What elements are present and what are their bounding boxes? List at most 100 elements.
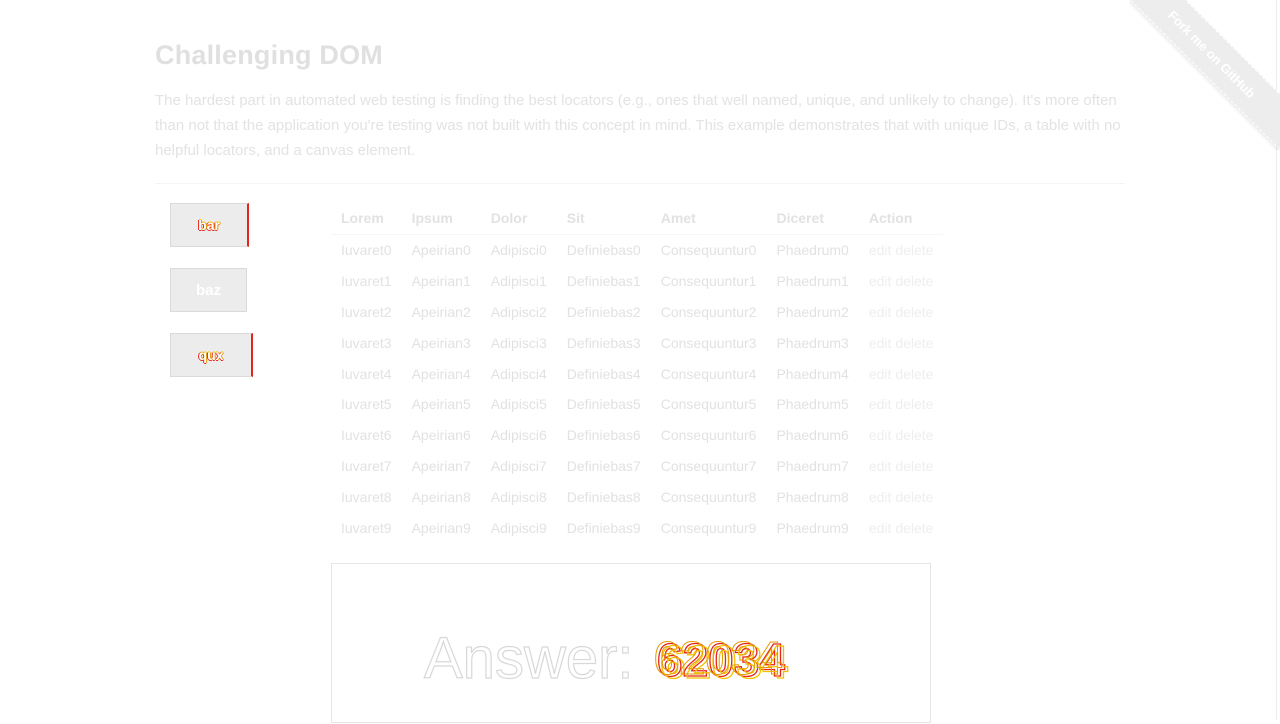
edit-link[interactable]: edit	[869, 273, 892, 289]
fork-ribbon-label[interactable]: Fork me on GitHub	[1130, 0, 1280, 150]
intro-text: The hardest part in automated web testin…	[155, 92, 1121, 159]
table-cell-action: edit delete	[859, 512, 944, 543]
table-cell: Consequuntur5	[660, 396, 757, 413]
edit-link[interactable]: edit	[869, 304, 892, 320]
edit-link[interactable]: edit	[869, 396, 892, 412]
table-cell: Iuvaret4	[341, 365, 392, 382]
table-cell: Iuvaret3	[341, 334, 392, 351]
table-row: Iuvaret7 Apeirian7 Adipisci7 Definiebas7 Con…	[331, 451, 943, 482]
table-cell: Adipisci5	[490, 396, 547, 413]
table-cell: Apeirian2	[411, 303, 471, 320]
edit-link[interactable]: edit	[869, 366, 892, 382]
table-cell: Iuvaret6	[341, 427, 392, 444]
table-row: Iuvaret9 Apeirian9 Adipisci9 Definiebas9 Con…	[331, 512, 943, 543]
column-header-amet: Amet	[650, 201, 767, 235]
table-cell: Apeirian4	[411, 365, 471, 382]
delete-link[interactable]: delete	[895, 458, 933, 474]
column-header-sit: Sit	[556, 201, 651, 235]
table-cell: Consequuntur3	[660, 334, 757, 351]
fork-ribbon[interactable]: Fork me on GitHub	[1130, 0, 1280, 150]
table-cell: Apeirian3	[411, 334, 471, 351]
table-cell: Consequuntur9	[660, 519, 757, 536]
table-cell: Phaedrum4	[776, 365, 849, 382]
data-table: Lorem Ipsum Dolor Sit Amet Diceret Action Iuva…	[331, 201, 944, 543]
table-cell: Phaedrum8	[776, 488, 849, 505]
divider	[155, 183, 1125, 184]
table-cell: Adipisci2	[490, 303, 547, 320]
table-cell: Apeirian6	[411, 427, 471, 444]
edit-link[interactable]: edit	[869, 335, 892, 351]
delete-link[interactable]: delete	[895, 366, 933, 382]
table-cell: Phaedrum1	[776, 273, 849, 290]
table-cell-action: edit delete	[859, 481, 944, 512]
table-cell: Apeirian9	[411, 519, 471, 536]
delete-link[interactable]: delete	[895, 335, 933, 351]
table-cell-action: edit delete	[859, 327, 944, 358]
table-cell: Consequuntur7	[660, 457, 757, 474]
table-cell: Adipisci1	[490, 273, 547, 290]
column-header-action: Action	[858, 201, 944, 235]
table-cell: Consequuntur0	[660, 242, 757, 259]
table-cell: Iuvaret0	[341, 242, 392, 259]
answer-label: Answer:	[424, 626, 634, 691]
edit-link[interactable]: edit	[869, 520, 892, 536]
button-qux[interactable]: qux	[170, 333, 253, 377]
column-header-diceret: Diceret	[766, 201, 859, 235]
table-row: Iuvaret5 Apeirian5 Adipisci5 Definiebas5 Con…	[331, 389, 943, 420]
table-cell-action: edit delete	[859, 420, 944, 451]
table-cell: Phaedrum9	[776, 519, 849, 536]
delete-link[interactable]: delete	[895, 520, 933, 536]
table-cell: Phaedrum5	[776, 396, 849, 413]
edit-link[interactable]: edit	[869, 427, 892, 443]
table-cell-action: edit delete	[859, 358, 944, 389]
table-cell: Adipisci4	[490, 365, 547, 382]
table-cell: Phaedrum3	[776, 334, 849, 351]
table-cell: Definiebas2	[566, 303, 641, 320]
table-cell: Phaedrum6	[776, 427, 849, 444]
table-cell-action: edit delete	[859, 235, 944, 266]
delete-link[interactable]: delete	[895, 396, 933, 412]
table-cell: Definiebas8	[566, 488, 641, 505]
edit-link[interactable]: edit	[869, 458, 892, 474]
table-cell: Iuvaret2	[341, 303, 392, 320]
delete-link[interactable]: delete	[895, 489, 933, 505]
button-bar[interactable]: bar	[170, 203, 249, 247]
edit-link[interactable]: edit	[869, 489, 892, 505]
table-cell: Phaedrum0	[776, 242, 849, 259]
column-header-ipsum: Ipsum	[401, 201, 481, 235]
delete-link[interactable]: delete	[895, 242, 933, 258]
delete-link[interactable]: delete	[895, 304, 933, 320]
button-qux-label: qux	[198, 346, 224, 363]
table-cell: Adipisci6	[490, 427, 547, 444]
table-cell: Iuvaret8	[341, 488, 392, 505]
table-cell: Adipisci0	[490, 242, 547, 259]
table-row: Iuvaret8 Apeirian8 Adipisci8 Definiebas8 Con…	[331, 481, 943, 512]
table-cell: Definiebas7	[566, 457, 641, 474]
canvas-drawing: Answer: 62034 62034 62034	[423, 625, 789, 691]
answer-value-group: 62034 62034 62034	[654, 632, 789, 689]
table-cell: Adipisci8	[490, 488, 547, 505]
delete-link[interactable]: delete	[895, 273, 933, 289]
table-cell-action: edit delete	[859, 389, 944, 420]
table-row: Iuvaret0 Apeirian0 Adipisci0 Definiebas0 Con…	[331, 235, 943, 266]
table-cell: Consequuntur2	[660, 303, 757, 320]
table-cell: Definiebas9	[566, 519, 641, 536]
column-header-lorem: Lorem	[331, 201, 402, 235]
table-cell: Apeirian7	[411, 457, 471, 474]
table-cell: Phaedrum2	[776, 303, 849, 320]
table-header-row: Lorem Ipsum Dolor Sit Amet Diceret Action	[331, 201, 944, 235]
column-header-dolor: Dolor	[480, 201, 557, 235]
table-cell: Iuvaret9	[341, 519, 392, 536]
table-cell: Apeirian1	[411, 273, 471, 290]
delete-link[interactable]: delete	[895, 427, 933, 443]
edit-link[interactable]: edit	[869, 242, 892, 258]
table-cell: Definiebas3	[566, 334, 641, 351]
table-cell-action: edit delete	[859, 266, 944, 297]
answer-canvas: Answer: 62034 62034 62034	[331, 563, 931, 723]
table-cell: Definiebas4	[566, 365, 641, 382]
button-baz[interactable]: baz	[170, 268, 247, 312]
table-cell: Definiebas1	[566, 273, 641, 290]
table-row: Iuvaret1 Apeirian1 Adipisci1 Definiebas1 Con…	[331, 266, 943, 297]
page-title: Challenging DOM	[155, 40, 383, 70]
table-cell: Iuvaret7	[341, 457, 392, 474]
